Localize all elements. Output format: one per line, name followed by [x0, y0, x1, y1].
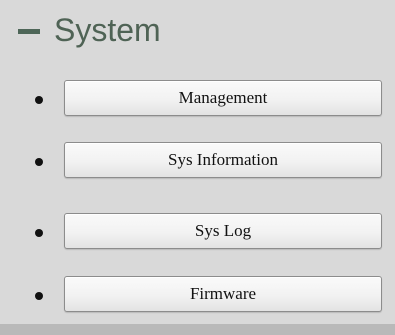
sys-log-button[interactable]: Sys Log [64, 213, 382, 249]
bullet-icon [35, 229, 43, 237]
section-title: System [54, 11, 161, 48]
bottom-divider [0, 324, 395, 335]
sys-information-button[interactable]: Sys Information [64, 142, 382, 178]
bullet-icon [35, 158, 43, 166]
section-header[interactable]: System [18, 8, 161, 52]
menu-item-sys-log: Sys Log [0, 213, 395, 253]
minus-icon[interactable] [18, 28, 40, 34]
management-button[interactable]: Management [64, 80, 382, 116]
menu-item-sys-information: Sys Information [0, 142, 395, 182]
bullet-icon [35, 292, 43, 300]
menu-item-firmware: Firmware [0, 276, 395, 316]
menu-item-management: Management [0, 80, 395, 120]
bullet-icon [35, 96, 43, 104]
firmware-button[interactable]: Firmware [64, 276, 382, 312]
